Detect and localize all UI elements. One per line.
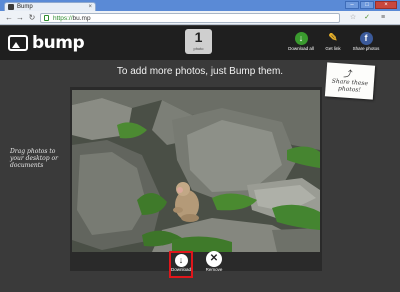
close-window-button[interactable]: × <box>375 1 397 9</box>
back-button[interactable]: ← <box>4 13 14 23</box>
browser-tab[interactable]: Bump × <box>4 2 96 11</box>
bookmark-star-icon[interactable]: ☆ <box>348 13 358 23</box>
download-icon: ↓ <box>294 32 308 45</box>
photo-count-label: photo <box>193 46 204 51</box>
bump-logo[interactable]: bump <box>8 33 85 53</box>
lock-icon <box>44 15 49 21</box>
get-link-label: Get link <box>325 46 341 51</box>
photo-logo-icon <box>8 35 28 51</box>
logo-text: bump <box>32 33 85 53</box>
photo-counter: 1 photo <box>185 29 212 54</box>
share-photos-button[interactable]: f Share photos <box>350 32 382 52</box>
browser-titlebar: Bump × – □ × <box>0 0 400 11</box>
download-all-button[interactable]: ↓ Download all <box>285 32 317 52</box>
url-text: https://bu.mp <box>53 15 91 22</box>
reload-button[interactable]: ↻ <box>27 13 37 23</box>
window-controls: – □ × <box>345 1 397 9</box>
tab-close-icon[interactable]: × <box>88 3 92 11</box>
monkey-photo[interactable] <box>72 90 320 252</box>
get-link-button[interactable]: ✎ Get link <box>320 32 346 52</box>
extension-icon[interactable]: ✓ <box>362 13 372 23</box>
maximize-button[interactable]: □ <box>360 1 374 9</box>
remove-button[interactable]: ✕ Remove <box>203 251 225 273</box>
app-header: bump 1 photo ↓ Download all ✎ Get link f… <box>0 26 400 60</box>
download-all-label: Download all <box>288 46 314 51</box>
address-bar[interactable]: https://bu.mp <box>40 13 340 23</box>
download-arrow-icon: ↓ <box>174 254 188 267</box>
photo-card: ↓ Download ✕ Remove <box>70 87 322 278</box>
photo-actions: ↓ Download ✕ Remove <box>70 251 322 278</box>
menu-icon[interactable]: ≡ <box>378 13 388 23</box>
share-sticky-note[interactable]: ⤴ Share these photos! <box>324 62 376 100</box>
remove-label: Remove <box>205 267 223 272</box>
share-photos-label: Share photos <box>352 46 380 51</box>
tab-title: Bump <box>17 4 33 10</box>
minimize-button[interactable]: – <box>345 1 359 9</box>
download-button[interactable]: ↓ Download <box>169 251 193 278</box>
bump-favicon-icon <box>8 4 14 10</box>
sticky-note-text: Share these photos! <box>331 77 369 94</box>
download-label: Download <box>171 267 192 272</box>
browser-toolbar: ← → ↻ https://bu.mp ☆ ✓ ≡ <box>0 11 400 25</box>
monkey-photo-image <box>72 90 320 252</box>
link-icon: ✎ <box>328 32 338 44</box>
remove-x-icon: ✕ <box>206 251 222 267</box>
main-content: To add more photos, just Bump them. ⤴ Sh… <box>0 60 400 292</box>
forward-button[interactable]: → <box>15 13 25 23</box>
facebook-icon: f <box>359 32 373 45</box>
photo-count: 1 <box>194 29 203 45</box>
drag-hint-text: Drag photos to your desktop or documents <box>10 148 58 169</box>
